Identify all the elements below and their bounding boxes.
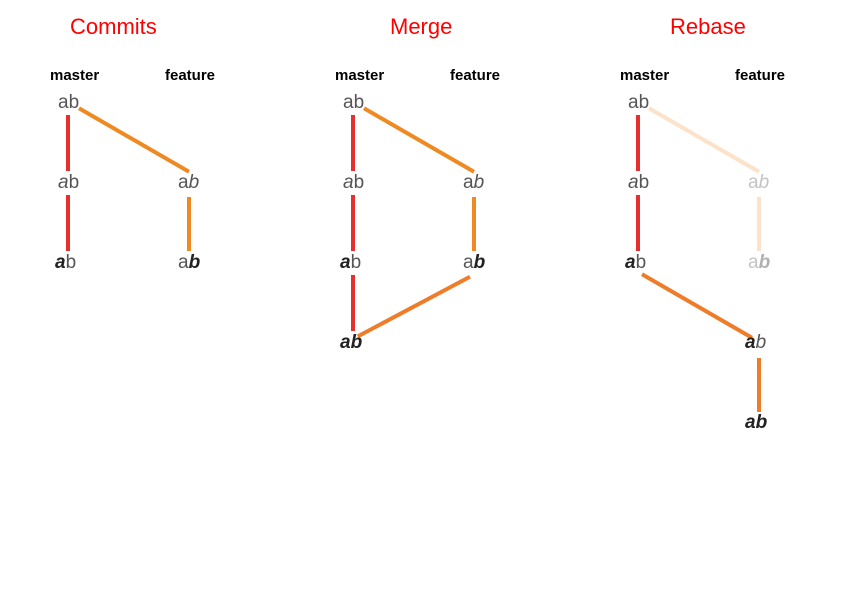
edge-merge-join xyxy=(357,275,471,338)
edge-master-2 xyxy=(351,195,355,251)
commit-base: ab xyxy=(628,92,649,114)
title-merge: Merge xyxy=(390,14,452,40)
title-rebase: Rebase xyxy=(670,14,746,40)
edge-master-1 xyxy=(66,115,70,171)
commit-merge: ab xyxy=(340,332,362,354)
edge-master-1 xyxy=(636,115,640,171)
commit-f1: ab xyxy=(463,172,484,194)
edge-master-3 xyxy=(351,275,355,331)
edge-rebase-fork xyxy=(641,273,753,340)
edge-branch-fork-old xyxy=(648,107,760,174)
commit-m1: ab xyxy=(343,172,364,194)
branch-label-feature: feature xyxy=(165,67,215,84)
commit-m2: ab xyxy=(625,252,646,274)
edge-feature-1-old xyxy=(757,197,761,251)
branch-label-master: master xyxy=(620,67,669,84)
commit-f1: ab xyxy=(178,172,199,194)
commit-base: ab xyxy=(58,92,79,114)
branch-label-master: master xyxy=(335,67,384,84)
commit-m1: ab xyxy=(628,172,649,194)
edge-branch-fork xyxy=(78,107,190,174)
edge-master-2 xyxy=(636,195,640,251)
edge-rebase-1 xyxy=(757,358,761,412)
edge-branch-fork xyxy=(363,107,475,174)
commit-m1: ab xyxy=(58,172,79,194)
branch-label-master: master xyxy=(50,67,99,84)
commit-f2: ab xyxy=(463,252,485,274)
commit-rebase-2: ab xyxy=(745,412,767,434)
commit-f1-old: ab xyxy=(748,172,769,194)
edge-master-2 xyxy=(66,195,70,251)
edge-feature-1 xyxy=(472,197,476,251)
edge-master-1 xyxy=(351,115,355,171)
branch-label-feature: feature xyxy=(450,67,500,84)
commit-base: ab xyxy=(343,92,364,114)
edge-feature-1 xyxy=(187,197,191,251)
commit-f2: ab xyxy=(178,252,200,274)
commit-m2: ab xyxy=(55,252,76,274)
commit-m2: ab xyxy=(340,252,361,274)
commit-f2-old: ab xyxy=(748,252,770,274)
branch-label-feature: feature xyxy=(735,67,785,84)
commit-rebase-1: ab xyxy=(745,332,766,354)
title-commits: Commits xyxy=(70,14,157,40)
